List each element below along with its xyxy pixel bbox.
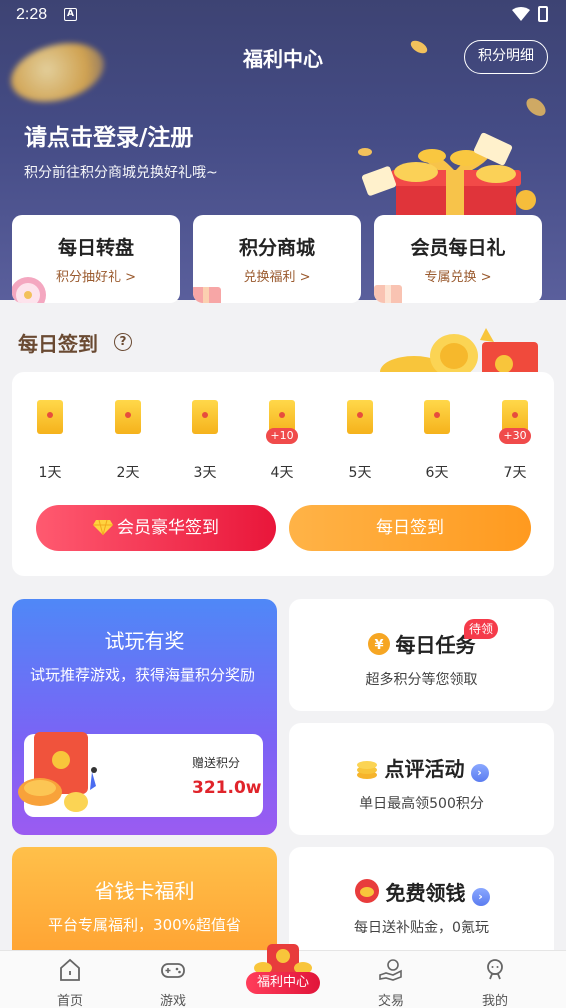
- red-envelope-icon: [115, 400, 141, 434]
- yen-coin-icon: ¥: [367, 633, 390, 655]
- day-label: 4天: [270, 465, 294, 481]
- vip-signin-label: 会员豪华签到: [117, 518, 219, 538]
- daily-signin-title: 每日签到: [18, 332, 98, 356]
- daily-task-card[interactable]: ¥ 每日任务 待领 超多积分等您领取: [289, 599, 554, 711]
- free-money-subtitle: 每日送补贴金，0氪玩: [354, 920, 489, 936]
- coin-sparkle-decoration: [523, 94, 549, 120]
- gamepad-icon: [161, 963, 185, 978]
- red-envelope-icon: [192, 400, 218, 434]
- day-label: 7天: [503, 465, 527, 481]
- points-mall-card[interactable]: 积分商城 兑换福利 >: [193, 215, 361, 303]
- tab-label: 游戏: [159, 994, 186, 1008]
- tab-games[interactable]: 游戏: [128, 951, 218, 1008]
- points-detail-button[interactable]: 积分明细: [464, 40, 548, 74]
- signin-day-7: +30 7天: [493, 400, 537, 482]
- signin-day-6: 6天: [415, 400, 459, 482]
- day-label: 2天: [116, 465, 140, 481]
- notification-icon: A: [64, 8, 77, 21]
- vip-luxury-signin-button[interactable]: 会员豪华签到: [36, 505, 276, 551]
- try-play-reward-card[interactable]: 试玩有奖 试玩推荐游戏，获得海量积分奖励 赠送积分 321.0w: [12, 599, 277, 835]
- tab-label: 首页: [56, 994, 83, 1008]
- tab-profile[interactable]: 我的: [450, 951, 540, 1008]
- help-icon[interactable]: ?: [114, 333, 132, 351]
- tab-welfare-center[interactable]: 福利中心: [238, 938, 328, 1008]
- tab-label: 交易: [377, 994, 404, 1008]
- to-claim-badge: 待领: [464, 619, 499, 639]
- daily-task-subtitle: 超多积分等您领取: [365, 672, 478, 688]
- wifi-icon: [512, 7, 530, 21]
- trade-icon: [379, 959, 402, 981]
- try-play-title: 试玩有奖: [104, 629, 185, 653]
- diamond-icon: [93, 519, 113, 535]
- status-bar: 2:28 A: [0, 0, 566, 30]
- arrow-right-icon: ›: [470, 764, 489, 782]
- free-money-heading: 免费领钱 ›: [289, 877, 554, 906]
- vip-gift-icon: [374, 285, 402, 303]
- review-title: 点评活动: [384, 757, 465, 781]
- free-money-card[interactable]: 免费领钱 › 每日送补贴金，0氪玩: [289, 847, 554, 967]
- daily-wheel-card[interactable]: 每日转盘 积分抽好礼 >: [12, 215, 180, 303]
- bonus-badge: +30: [499, 428, 531, 444]
- arrow-right-icon: ›: [471, 888, 490, 906]
- daily-signin-button[interactable]: 每日签到: [289, 505, 531, 551]
- review-activity-card[interactable]: 点评活动 › 单日最高领500积分: [289, 723, 554, 835]
- tab-trade[interactable]: 交易: [346, 951, 436, 1008]
- daily-task-heading: ¥ 每日任务: [289, 629, 554, 658]
- tab-label: 我的: [481, 994, 508, 1008]
- signin-day-3: 3天: [183, 400, 227, 482]
- save-card-title: 省钱卡福利: [94, 879, 195, 903]
- shop-gift-icon: [193, 287, 221, 303]
- signin-day-2: 2天: [106, 400, 150, 482]
- day-label: 3天: [193, 465, 217, 481]
- quick-card-title: 每日转盘: [57, 237, 134, 259]
- signin-day-4: +10 4天: [260, 400, 304, 482]
- login-register-link[interactable]: 请点击登录/注册: [24, 118, 193, 152]
- red-envelope-icon: [37, 400, 63, 434]
- day-label: 6天: [425, 465, 449, 481]
- red-envelope-icon: [347, 400, 373, 434]
- try-play-description: 试玩推荐游戏，获得海量积分奖励: [30, 666, 256, 684]
- tab-label: 福利中心: [246, 972, 320, 994]
- bonus-badge: +10: [266, 428, 298, 444]
- home-icon: [60, 958, 80, 981]
- red-bag-icon: [354, 879, 379, 903]
- gift-points-label: 赠送积分: [192, 756, 241, 770]
- status-time: 2:28: [16, 6, 48, 23]
- red-envelope-icon: [424, 400, 450, 434]
- vip-daily-gift-card[interactable]: 会员每日礼 专属兑换 >: [374, 215, 542, 303]
- review-subtitle: 单日最高领500积分: [359, 796, 484, 812]
- day-label: 5天: [348, 465, 372, 481]
- save-card-subtitle: 平台专属福利，300%超值省: [48, 916, 241, 934]
- signin-day-5: 5天: [338, 400, 382, 482]
- profile-icon: [487, 959, 503, 980]
- login-subtitle: 积分前往积分商城兑换好礼哦~: [24, 165, 218, 181]
- review-heading: 点评活动 ›: [289, 753, 554, 782]
- wheel-icon: [12, 277, 46, 303]
- signin-day-1: 1天: [28, 400, 72, 482]
- day-label: 1天: [38, 465, 62, 481]
- coin-stack-icon: [356, 761, 377, 779]
- quick-card-title: 积分商城: [238, 237, 315, 259]
- coins-illustration: [380, 328, 538, 380]
- gift-points-value: 321.0w: [192, 778, 262, 798]
- red-packet-coins-illustration: [18, 732, 97, 812]
- tab-home[interactable]: 首页: [25, 951, 115, 1008]
- try-play-points-box: 赠送积分 321.0w: [18, 732, 263, 817]
- free-money-title: 免费领钱: [385, 881, 466, 905]
- daily-signin-card: 1天 2天 3天 +10 4天 5天 6天 +30 7天 会员豪华签到 每日签到: [12, 372, 554, 576]
- yen-glyph: ¥: [374, 638, 383, 653]
- battery-icon: [538, 6, 548, 22]
- quick-card-title: 会员每日礼: [410, 237, 506, 259]
